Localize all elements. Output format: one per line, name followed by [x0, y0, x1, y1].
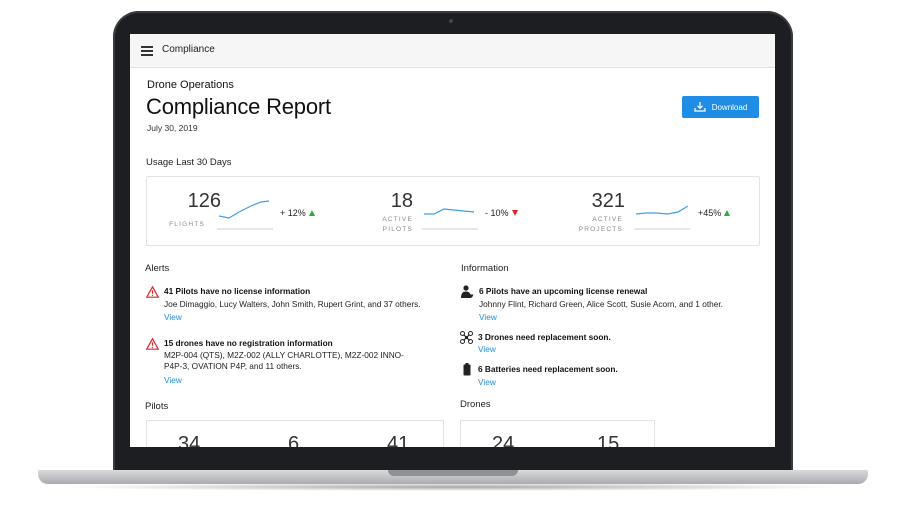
- menu-icon[interactable]: [141, 46, 153, 56]
- alert-title: 15 drones have no registration informati…: [164, 338, 333, 348]
- report-date: July 30, 2019: [147, 123, 198, 133]
- drones-stat-value: 15: [597, 433, 620, 447]
- laptop-camera: [449, 19, 453, 23]
- trend-up-icon: [308, 210, 315, 216]
- alerts-heading: Alerts: [145, 263, 170, 274]
- projects-sparkline: [634, 205, 690, 230]
- laptop-notch: [388, 470, 518, 476]
- flights-sparkline: [217, 200, 273, 230]
- screen: Compliance Drone Operations Compliance R…: [130, 34, 775, 447]
- alert-view-link[interactable]: View: [164, 375, 182, 385]
- pilots-delta-value: - 10%: [485, 208, 509, 218]
- battery-icon: [463, 363, 471, 376]
- drone-icon: [460, 331, 473, 344]
- info-title: 6 Pilots have an upcoming license renewa…: [479, 286, 648, 296]
- info-title: 6 Batteries need replacement soon.: [478, 364, 618, 374]
- alert-body: Joe Dimaggio, Lucy Walters, John Smith, …: [164, 299, 421, 309]
- usage-card: 126 FLIGHTS + 12% 18 ACTIVE PILOTS - 10%…: [146, 176, 760, 246]
- trend-down-icon: [511, 210, 518, 216]
- pilots-stat-value: 41: [387, 433, 410, 447]
- page-title: Compliance Report: [146, 94, 331, 119]
- projects-delta: +45%: [698, 208, 731, 218]
- alert-title: 41 Pilots have no license information: [164, 286, 311, 296]
- projects-label-2: PROJECTS: [578, 225, 623, 233]
- laptop-shadow: [55, 483, 851, 491]
- top-bar: Compliance: [130, 34, 775, 68]
- pilots-card: 34 6 41: [146, 420, 444, 447]
- info-body: Johnny Flint, Richard Green, Alice Scott…: [479, 299, 723, 309]
- info-title: 3 Drones need replacement soon.: [478, 332, 611, 342]
- pilots-active-label-1: ACTIVE: [382, 216, 413, 223]
- drones-card: 24 15: [460, 420, 655, 447]
- info-view-link[interactable]: View: [478, 344, 496, 354]
- download-label: Download: [711, 102, 748, 112]
- pilots-stat-value: 34: [178, 433, 201, 447]
- flights-value: 126: [187, 190, 221, 212]
- info-view-link[interactable]: View: [479, 312, 497, 322]
- warning-icon: [146, 286, 159, 298]
- alert-view-link[interactable]: View: [164, 312, 182, 322]
- alert-body: M2P-004 (QTS), M2Z-002 (ALLY CHARLOTTE),…: [164, 350, 404, 371]
- pilots-heading: Pilots: [145, 401, 169, 412]
- flights-delta-value: + 12%: [280, 208, 306, 218]
- warning-icon: [146, 338, 159, 350]
- pilots-active-label-2: PILOTS: [382, 225, 413, 233]
- info-view-link[interactable]: View: [478, 377, 496, 387]
- drones-stat-value: 24: [492, 433, 515, 447]
- usage-heading: Usage Last 30 Days: [146, 157, 232, 168]
- topbar-title: Compliance: [162, 44, 215, 55]
- pilots-delta: - 10%: [485, 208, 518, 218]
- flights-delta: + 12%: [280, 208, 315, 218]
- information-heading: Information: [461, 263, 509, 274]
- download-icon: [694, 102, 706, 112]
- pilot-icon: [461, 285, 474, 298]
- page-subtitle: Drone Operations: [147, 79, 234, 91]
- pilots-stat-value: 6: [288, 433, 300, 447]
- drones-heading: Drones: [460, 399, 491, 410]
- trend-up-icon: [724, 210, 731, 216]
- projects-delta-value: +45%: [698, 208, 722, 218]
- flights-label: FLIGHTS: [169, 221, 205, 228]
- projects-label-1: ACTIVE: [592, 216, 623, 223]
- pilots-active-value: 18: [390, 190, 413, 212]
- download-button[interactable]: Download: [682, 96, 759, 118]
- pilots-sparkline: [422, 208, 478, 230]
- projects-value: 321: [591, 190, 625, 212]
